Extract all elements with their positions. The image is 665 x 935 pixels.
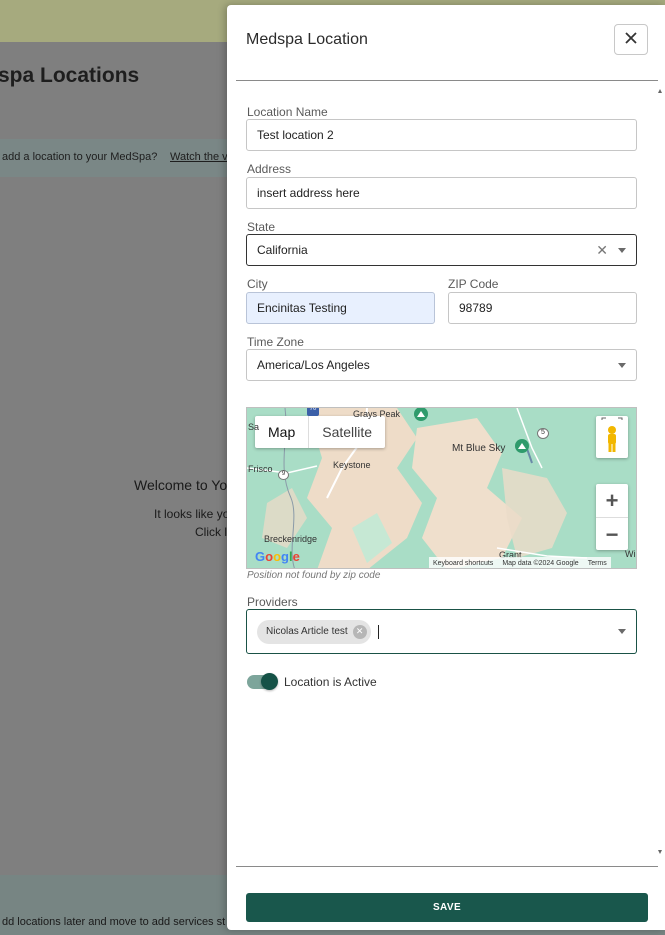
map-label-mt-blue-sky: Mt Blue Sky xyxy=(452,443,506,454)
state-label: State xyxy=(247,220,276,234)
map-label-breckenridge: Breckenridge xyxy=(264,534,318,544)
map-type-satellite-button[interactable]: Satellite xyxy=(309,416,385,448)
pegman-icon xyxy=(596,417,628,462)
chevron-down-icon[interactable] xyxy=(618,247,626,253)
welcome-line-2: Click l xyxy=(195,525,227,539)
time-zone-select[interactable]: America/Los Angeles xyxy=(246,349,637,381)
info-banner-text: add a location to your MedSpa? xyxy=(2,151,158,163)
keyboard-shortcuts-link[interactable]: Keyboard shortcuts xyxy=(433,560,493,567)
text-cursor xyxy=(377,624,379,639)
save-button[interactable]: SAVE xyxy=(246,893,648,922)
location-name-input[interactable]: Test location 2 xyxy=(246,119,637,151)
drawer-title: Medspa Location xyxy=(246,31,368,48)
city-label: City xyxy=(247,277,268,291)
street-view-pegman[interactable] xyxy=(596,416,628,458)
page-title: spa Locations xyxy=(0,64,140,87)
mountain-icon xyxy=(413,408,429,427)
close-button[interactable] xyxy=(614,24,648,55)
footer-divider xyxy=(236,866,658,867)
city-value: Encinitas Testing xyxy=(257,301,347,315)
providers-select[interactable]: Nicolas Article test ✕ xyxy=(246,609,637,654)
map-type-toggle: Map Satellite xyxy=(255,416,386,448)
map-label-wi: Wi xyxy=(625,549,636,559)
welcome-line-1: It looks like yo xyxy=(154,507,230,521)
location-map[interactable]: Map Satellite + − Grays Peak Mt Blue Sky… xyxy=(246,407,637,569)
location-drawer: Medspa Location Location Name Test locat… xyxy=(227,5,665,930)
close-icon xyxy=(624,31,638,48)
map-type-map-button[interactable]: Map xyxy=(255,416,310,448)
map-note: Position not found by zip code xyxy=(247,570,381,581)
map-label-sa: Sa xyxy=(248,422,260,432)
route-shield-5: 5 xyxy=(537,428,549,439)
scroll-down-arrow[interactable] xyxy=(658,850,662,854)
map-data-text: Map data ©2024 Google xyxy=(502,559,579,567)
zip-input[interactable]: 98789 xyxy=(448,292,637,324)
watch-video-link[interactable]: Watch the v xyxy=(170,151,228,163)
map-label-grays-peak: Grays Peak xyxy=(353,409,401,419)
map-label-keystone: Keystone xyxy=(333,460,371,470)
route-shield-70: 70 xyxy=(307,408,319,416)
terms-link[interactable]: Terms xyxy=(588,560,607,567)
zoom-out-button[interactable]: − xyxy=(596,518,628,551)
provider-chip: Nicolas Article test ✕ xyxy=(257,619,371,644)
route-shield-9: 9 xyxy=(278,470,289,480)
zoom-in-button[interactable]: + xyxy=(596,484,628,517)
address-label: Address xyxy=(247,162,292,176)
mountain-icon xyxy=(514,438,530,459)
header-divider xyxy=(236,80,658,81)
location-name-label: Location Name xyxy=(247,105,328,119)
city-input[interactable]: Encinitas Testing xyxy=(246,292,435,324)
zoom-control: + − xyxy=(596,484,628,550)
chevron-down-icon[interactable] xyxy=(618,362,626,368)
google-logo: Google xyxy=(255,549,300,564)
address-input[interactable]: insert address here xyxy=(246,177,637,209)
map-attribution: Keyboard shortcuts Map data ©2024 Google… xyxy=(429,557,611,568)
time-zone-value: America/Los Angeles xyxy=(257,358,370,372)
provider-chip-label: Nicolas Article test xyxy=(266,626,348,637)
clear-icon[interactable]: ✕ xyxy=(596,243,608,257)
chip-remove-icon[interactable]: ✕ xyxy=(352,624,367,639)
location-active-label: Location is Active xyxy=(284,675,377,689)
welcome-title: Welcome to Yo xyxy=(134,477,228,493)
time-zone-label: Time Zone xyxy=(247,335,304,349)
footer-text: dd locations later and move to add servi… xyxy=(2,916,226,928)
chevron-down-icon[interactable] xyxy=(618,629,626,634)
zip-value: 98789 xyxy=(459,301,493,315)
providers-label: Providers xyxy=(247,595,298,609)
map-label-frisco: Frisco xyxy=(248,464,273,474)
state-select[interactable]: California ✕ xyxy=(246,234,637,266)
state-value: California xyxy=(257,243,308,257)
address-value: insert address here xyxy=(257,186,360,200)
location-active-switch-knob[interactable] xyxy=(261,673,278,690)
location-name-value: Test location 2 xyxy=(257,128,334,142)
zip-label: ZIP Code xyxy=(448,277,499,291)
scroll-up-arrow[interactable] xyxy=(658,89,662,93)
